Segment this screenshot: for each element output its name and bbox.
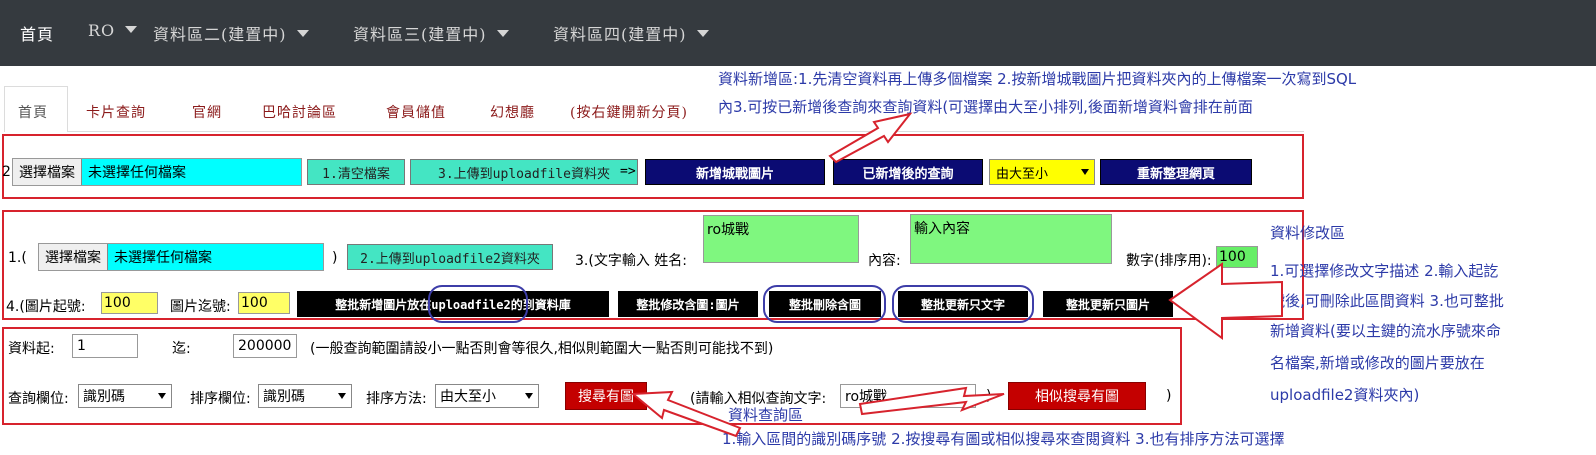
arrow-to-similar-search-icon <box>858 386 1005 416</box>
arrow-to-search-icon <box>630 390 742 438</box>
annotation-arrows <box>630 112 1283 438</box>
arrow-to-batch-update-icon <box>1168 262 1283 340</box>
arrow-to-add-images-icon <box>828 112 913 164</box>
